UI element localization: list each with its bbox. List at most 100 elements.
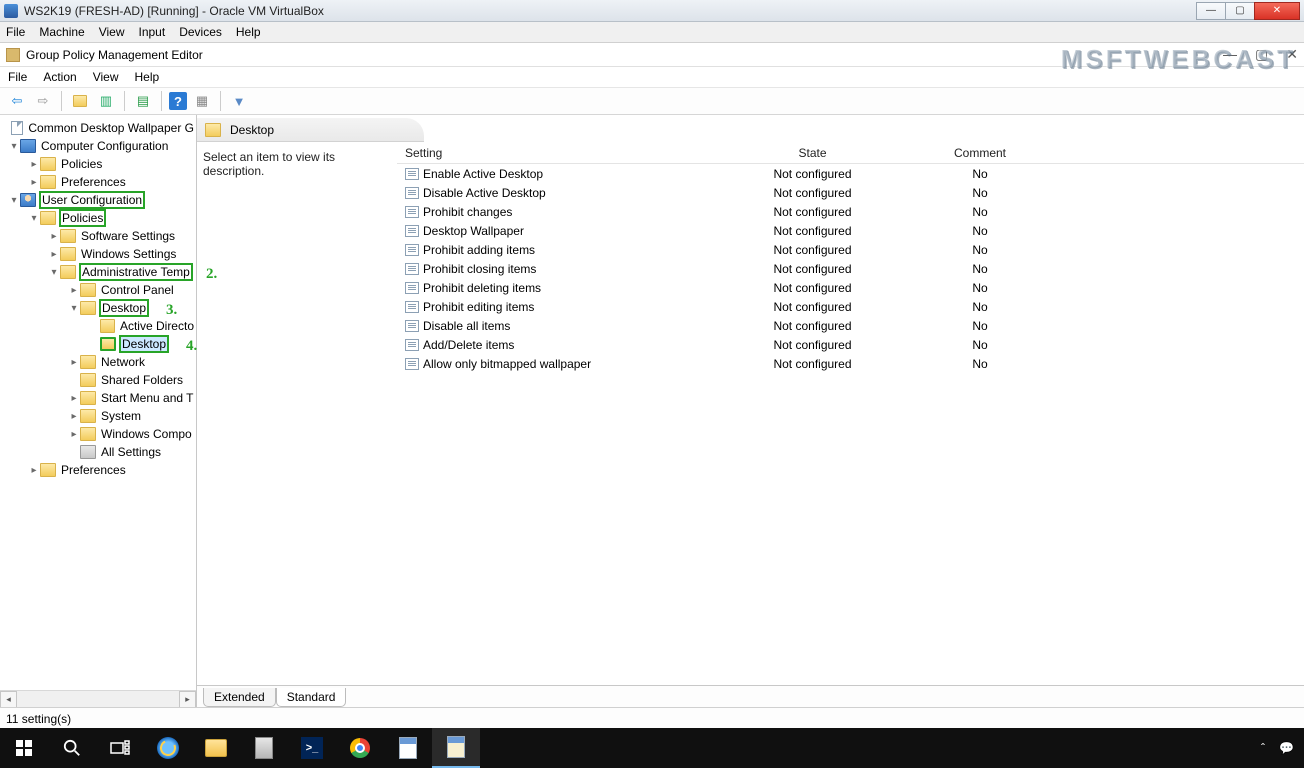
virtualbox-titlebar: WS2K19 (FRESH-AD) [Running] - Oracle VM … [0,0,1304,22]
tree-start-menu[interactable]: Start Menu and T [2,389,196,407]
setting-row[interactable]: Desktop WallpaperNot configuredNo [397,221,1304,240]
twisty-icon[interactable] [48,267,60,278]
twisty-icon[interactable] [68,303,80,314]
tab-extended[interactable]: Extended [203,688,276,707]
twisty-icon[interactable] [68,393,80,404]
tray-chevron-up-icon[interactable]: ˆ [1261,741,1265,755]
tray-notifications-icon[interactable]: 💬 [1279,741,1294,755]
twisty-icon[interactable] [28,465,40,476]
taskbar-server-manager[interactable] [240,728,288,768]
twisty-icon[interactable] [48,249,60,260]
statusbar-text: 11 setting(s) [6,712,71,726]
tree-desktop-sub[interactable]: Desktop [2,335,196,353]
toolbar-forward-button[interactable]: ⇨ [32,90,54,112]
tree-user-configuration[interactable]: User Configuration 1. [2,191,196,209]
vbox-maximize-button[interactable]: ▢ [1225,2,1255,20]
taskbar-notepad-1[interactable] [384,728,432,768]
tree-active-directory[interactable]: Active Directo [2,317,196,335]
setting-icon [405,244,419,256]
taskbar-powershell[interactable]: >_ [288,728,336,768]
tree-administrative-templates[interactable]: Administrative Temp [2,263,196,281]
setting-row[interactable]: Add/Delete itemsNot configuredNo [397,335,1304,354]
twisty-icon[interactable] [68,357,80,368]
twisty-icon[interactable] [68,285,80,296]
scroll-right-arrow[interactable]: ▸ [179,691,196,707]
tree-user-preferences[interactable]: Preferences [2,461,196,479]
tree-comp-policies[interactable]: Policies [2,155,196,173]
twisty-icon[interactable] [68,411,80,422]
setting-row[interactable]: Disable all itemsNot configuredNo [397,316,1304,335]
gpme-maximize-button[interactable]: ▢ [1255,46,1268,63]
setting-row[interactable]: Prohibit editing itemsNot configuredNo [397,297,1304,316]
gpme-close-button[interactable]: ✕ [1286,46,1298,63]
toolbar-properties-button[interactable]: ▦ [191,90,213,112]
tree-shared-folders[interactable]: Shared Folders [2,371,196,389]
vbox-close-button[interactable]: ✕ [1254,2,1300,20]
setting-icon [405,187,419,199]
column-state[interactable]: State [745,146,880,160]
toolbar-help-button[interactable]: ? [169,92,187,110]
tree-user-policies[interactable]: Policies [2,209,196,227]
twisty-icon[interactable] [28,159,40,170]
tab-standard[interactable]: Standard [276,688,347,707]
tree-control-panel[interactable]: Control Panel [2,281,196,299]
tree-windows-components[interactable]: Windows Compo [2,425,196,443]
scroll-left-arrow[interactable]: ◂ [0,691,17,707]
tree-horizontal-scrollbar[interactable]: ◂ ▸ [0,690,196,707]
setting-row[interactable]: Disable Active DesktopNot configuredNo [397,183,1304,202]
setting-state: Not configured [745,281,880,295]
taskbar-gpme-active[interactable] [432,728,480,768]
setting-icon [405,263,419,275]
twisty-icon[interactable] [68,429,80,440]
setting-row[interactable]: Prohibit adding itemsNot configuredNo [397,240,1304,259]
tree-all-settings[interactable]: All Settings [2,443,196,461]
vbox-menu-view[interactable]: View [99,25,125,39]
gpme-menu-action[interactable]: Action [43,70,76,84]
taskbar-search-button[interactable] [48,728,96,768]
setting-state: Not configured [745,357,880,371]
twisty-icon[interactable] [28,213,40,224]
setting-state: Not configured [745,243,880,257]
setting-row[interactable]: Prohibit deleting itemsNot configuredNo [397,278,1304,297]
twisty-icon[interactable] [8,141,20,152]
gpme-menu-file[interactable]: File [8,70,27,84]
column-comment[interactable]: Comment [880,146,1080,160]
toolbar-filter-button[interactable]: ▼ [228,90,250,112]
tree-system[interactable]: System [2,407,196,425]
column-setting[interactable]: Setting [397,146,745,160]
vbox-menu-help[interactable]: Help [236,25,261,39]
gpme-menu-help[interactable]: Help [135,70,160,84]
vbox-menu-machine[interactable]: Machine [39,25,84,39]
vbox-menu-file[interactable]: File [6,25,25,39]
tree-root[interactable]: Common Desktop Wallpaper G [2,119,196,137]
toolbar-up-button[interactable] [69,90,91,112]
tree-network[interactable]: Network [2,353,196,371]
twisty-icon[interactable] [8,195,20,206]
setting-row[interactable]: Prohibit closing itemsNot configuredNo [397,259,1304,278]
vbox-menu-devices[interactable]: Devices [179,25,222,39]
twisty-icon[interactable] [48,231,60,242]
gpme-minimize-button[interactable]: — [1223,46,1237,63]
tree-comp-preferences[interactable]: Preferences [2,173,196,191]
taskbar-taskview-button[interactable] [96,728,144,768]
toolbar-show-hide-tree-button[interactable]: ▥ [95,90,117,112]
toolbar-back-button[interactable]: ⇦ [6,90,28,112]
setting-row[interactable]: Prohibit changesNot configuredNo [397,202,1304,221]
folder-icon [80,373,96,387]
setting-row[interactable]: Enable Active DesktopNot configuredNo [397,164,1304,183]
vbox-minimize-button[interactable]: — [1196,2,1226,20]
tree-windows-settings[interactable]: Windows Settings [2,245,196,263]
setting-row[interactable]: Allow only bitmapped wallpaperNot config… [397,354,1304,373]
toolbar-export-list-button[interactable]: ▤ [132,90,154,112]
tree-software-settings[interactable]: Software Settings [2,227,196,245]
taskbar-chrome[interactable] [336,728,384,768]
twisty-icon[interactable] [28,177,40,188]
tree-computer-configuration[interactable]: Computer Configuration [2,137,196,155]
description-panel: Select an item to view its description. [197,142,397,685]
taskbar-file-explorer[interactable] [192,728,240,768]
start-button[interactable] [0,728,48,768]
taskbar-internet-explorer[interactable] [144,728,192,768]
gpme-menu-view[interactable]: View [93,70,119,84]
gpme-title: Group Policy Management Editor [26,48,1223,62]
vbox-menu-input[interactable]: Input [139,25,166,39]
